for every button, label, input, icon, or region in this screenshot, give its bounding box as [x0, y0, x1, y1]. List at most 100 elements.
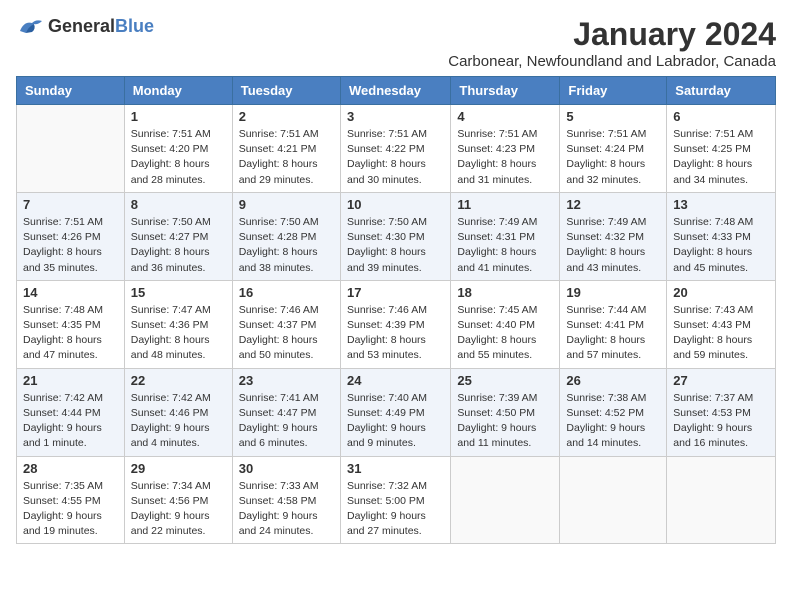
calendar-cell: 22Sunrise: 7:42 AMSunset: 4:46 PMDayligh…: [124, 368, 232, 456]
calendar-week-row: 21Sunrise: 7:42 AMSunset: 4:44 PMDayligh…: [17, 368, 776, 456]
day-info: Sunrise: 7:41 AMSunset: 4:47 PMDaylight:…: [239, 391, 334, 452]
day-number: 27: [673, 373, 769, 388]
calendar-cell: 16 Sunrise: 7:46 AMSunset: 4:37 PMDayligh…: [232, 280, 340, 368]
day-info: Sunrise: 7:43 AMSunset: 4:43 PMDaylight:…: [673, 303, 769, 364]
day-info: Sunrise: 7:49 AMSunset: 4:32 PMDaylight:…: [566, 215, 660, 276]
day-info: Sunrise: 7:39 AMSunset: 4:50 PMDaylight:…: [457, 391, 553, 452]
day-number: 15: [131, 285, 226, 300]
day-number: 13: [673, 197, 769, 212]
calendar-table: SundayMondayTuesdayWednesdayThursdayFrid…: [16, 76, 776, 544]
day-number: 6: [673, 109, 769, 124]
calendar-cell: 1 Sunrise: 7:51 AMSunset: 4:20 PMDaylight…: [124, 105, 232, 193]
calendar-cell: 3 Sunrise: 7:51 AMSunset: 4:22 PMDaylight…: [340, 105, 450, 193]
day-info: Sunrise: 7:42 AMSunset: 4:44 PMDaylight:…: [23, 391, 118, 452]
header-thursday: Thursday: [451, 77, 560, 105]
day-info: Sunrise: 7:51 AMSunset: 4:22 PMDaylight:…: [347, 127, 444, 188]
calendar-cell: 14 Sunrise: 7:48 AMSunset: 4:35 PMDayligh…: [17, 280, 125, 368]
day-number: 8: [131, 197, 226, 212]
day-info: Sunrise: 7:51 AMSunset: 4:25 PMDaylight:…: [673, 127, 769, 188]
calendar-cell: [667, 456, 776, 544]
day-number: 25: [457, 373, 553, 388]
calendar-cell: [451, 456, 560, 544]
day-info: Sunrise: 7:51 AMSunset: 4:20 PMDaylight:…: [131, 127, 226, 188]
day-number: 14: [23, 285, 118, 300]
day-info: Sunrise: 7:46 AMSunset: 4:39 PMDaylight:…: [347, 303, 444, 364]
calendar-cell: 18 Sunrise: 7:45 AMSunset: 4:40 PMDayligh…: [451, 280, 560, 368]
page-header: GeneralBlue January 2024 Carbonear, Newf…: [16, 16, 776, 70]
day-number: 7: [23, 197, 118, 212]
day-number: 29: [131, 461, 226, 476]
logo-icon: [16, 17, 44, 37]
logo: GeneralBlue: [16, 16, 154, 37]
calendar-cell: 6 Sunrise: 7:51 AMSunset: 4:25 PMDaylight…: [667, 105, 776, 193]
day-number: 23: [239, 373, 334, 388]
calendar-cell: 29 Sunrise: 7:34 AMSunset: 4:56 PMDayligh…: [124, 456, 232, 544]
calendar-cell: 25 Sunrise: 7:39 AMSunset: 4:50 PMDayligh…: [451, 368, 560, 456]
day-info: Sunrise: 7:50 AMSunset: 4:27 PMDaylight:…: [131, 215, 226, 276]
calendar-cell: 7 Sunrise: 7:51 AMSunset: 4:26 PMDaylight…: [17, 192, 125, 280]
day-info: Sunrise: 7:51 AMSunset: 4:24 PMDaylight:…: [566, 127, 660, 188]
header-wednesday: Wednesday: [340, 77, 450, 105]
header-friday: Friday: [560, 77, 667, 105]
day-info: Sunrise: 7:49 AMSunset: 4:31 PMDaylight:…: [457, 215, 553, 276]
calendar-week-row: 7 Sunrise: 7:51 AMSunset: 4:26 PMDaylight…: [17, 192, 776, 280]
calendar-cell: 8 Sunrise: 7:50 AMSunset: 4:27 PMDaylight…: [124, 192, 232, 280]
title-area: January 2024 Carbonear, Newfoundland and…: [448, 16, 776, 70]
calendar-header-row: SundayMondayTuesdayWednesdayThursdayFrid…: [17, 77, 776, 105]
calendar-week-row: 28Sunrise: 7:35 AMSunset: 4:55 PMDayligh…: [17, 456, 776, 544]
logo-general: General: [48, 16, 115, 36]
day-info: Sunrise: 7:51 AMSunset: 4:23 PMDaylight:…: [457, 127, 553, 188]
calendar-cell: 10Sunrise: 7:50 AMSunset: 4:30 PMDayligh…: [340, 192, 450, 280]
calendar-week-row: 1 Sunrise: 7:51 AMSunset: 4:20 PMDaylight…: [17, 105, 776, 193]
day-info: Sunrise: 7:50 AMSunset: 4:30 PMDaylight:…: [347, 215, 444, 276]
calendar-cell: 12 Sunrise: 7:49 AMSunset: 4:32 PMDayligh…: [560, 192, 667, 280]
day-number: 26: [566, 373, 660, 388]
day-number: 17: [347, 285, 444, 300]
day-number: 4: [457, 109, 553, 124]
calendar-cell: 26Sunrise: 7:38 AMSunset: 4:52 PMDayligh…: [560, 368, 667, 456]
subtitle: Carbonear, Newfoundland and Labrador, Ca…: [448, 53, 776, 70]
calendar-cell: 11 Sunrise: 7:49 AMSunset: 4:31 PMDayligh…: [451, 192, 560, 280]
calendar-cell: 13Sunrise: 7:48 AMSunset: 4:33 PMDayligh…: [667, 192, 776, 280]
day-number: 18: [457, 285, 553, 300]
logo-text: GeneralBlue: [48, 16, 154, 37]
logo-blue: Blue: [115, 16, 154, 36]
day-number: 28: [23, 461, 118, 476]
day-info: Sunrise: 7:33 AMSunset: 4:58 PMDaylight:…: [239, 479, 334, 540]
calendar-cell: 24 Sunrise: 7:40 AMSunset: 4:49 PMDayligh…: [340, 368, 450, 456]
day-info: Sunrise: 7:40 AMSunset: 4:49 PMDaylight:…: [347, 391, 444, 452]
day-info: Sunrise: 7:37 AMSunset: 4:53 PMDaylight:…: [673, 391, 769, 452]
calendar-cell: 28Sunrise: 7:35 AMSunset: 4:55 PMDayligh…: [17, 456, 125, 544]
calendar-cell: 20 Sunrise: 7:43 AMSunset: 4:43 PMDayligh…: [667, 280, 776, 368]
day-number: 9: [239, 197, 334, 212]
day-info: Sunrise: 7:42 AMSunset: 4:46 PMDaylight:…: [131, 391, 226, 452]
calendar-cell: 2 Sunrise: 7:51 AMSunset: 4:21 PMDaylight…: [232, 105, 340, 193]
day-number: 2: [239, 109, 334, 124]
calendar-week-row: 14 Sunrise: 7:48 AMSunset: 4:35 PMDayligh…: [17, 280, 776, 368]
calendar-cell: 31Sunrise: 7:32 AMSunset: 5:00 PMDayligh…: [340, 456, 450, 544]
calendar-cell: 9 Sunrise: 7:50 AMSunset: 4:28 PMDaylight…: [232, 192, 340, 280]
day-number: 12: [566, 197, 660, 212]
day-number: 1: [131, 109, 226, 124]
day-info: Sunrise: 7:50 AMSunset: 4:28 PMDaylight:…: [239, 215, 334, 276]
calendar-cell: 4 Sunrise: 7:51 AMSunset: 4:23 PMDaylight…: [451, 105, 560, 193]
day-number: 11: [457, 197, 553, 212]
day-info: Sunrise: 7:51 AMSunset: 4:26 PMDaylight:…: [23, 215, 118, 276]
day-number: 3: [347, 109, 444, 124]
calendar-cell: 23 Sunrise: 7:41 AMSunset: 4:47 PMDayligh…: [232, 368, 340, 456]
day-number: 5: [566, 109, 660, 124]
calendar-cell: 21Sunrise: 7:42 AMSunset: 4:44 PMDayligh…: [17, 368, 125, 456]
day-info: Sunrise: 7:48 AMSunset: 4:35 PMDaylight:…: [23, 303, 118, 364]
day-info: Sunrise: 7:34 AMSunset: 4:56 PMDaylight:…: [131, 479, 226, 540]
main-title: January 2024: [448, 16, 776, 53]
day-number: 24: [347, 373, 444, 388]
day-info: Sunrise: 7:51 AMSunset: 4:21 PMDaylight:…: [239, 127, 334, 188]
day-number: 30: [239, 461, 334, 476]
day-info: Sunrise: 7:46 AMSunset: 4:37 PMDaylight:…: [239, 303, 334, 364]
day-number: 16: [239, 285, 334, 300]
day-info: Sunrise: 7:45 AMSunset: 4:40 PMDaylight:…: [457, 303, 553, 364]
day-info: Sunrise: 7:47 AMSunset: 4:36 PMDaylight:…: [131, 303, 226, 364]
day-number: 20: [673, 285, 769, 300]
day-info: Sunrise: 7:32 AMSunset: 5:00 PMDaylight:…: [347, 479, 444, 540]
day-number: 19: [566, 285, 660, 300]
